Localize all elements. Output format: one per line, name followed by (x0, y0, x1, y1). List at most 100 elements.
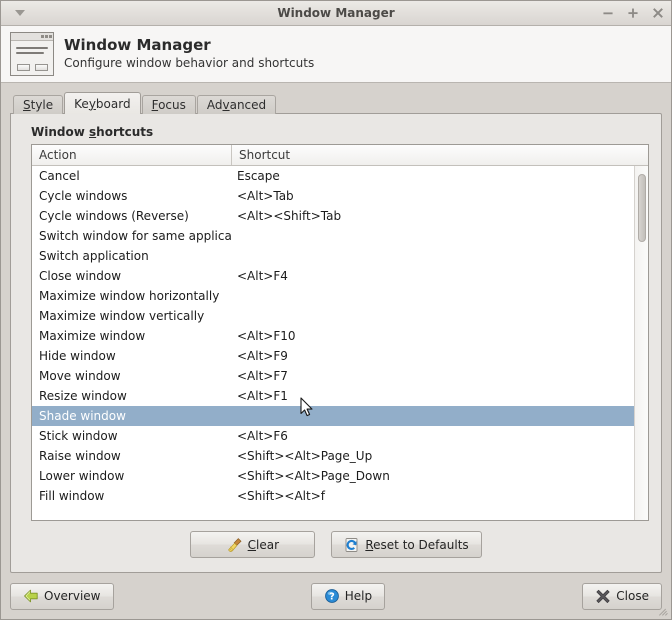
cell-shortcut: <Alt>F7 (237, 369, 288, 383)
cell-action: Cycle windows (39, 189, 128, 203)
treeview-body: Cancel Escape Cycle windows <Alt>Tab Cycle w… (32, 166, 648, 520)
back-arrow-icon (24, 589, 38, 603)
table-row[interactable]: Resize window <Alt>F1 (32, 386, 634, 406)
column-header-shortcut[interactable]: Shortcut (232, 145, 648, 165)
page-header: Window Manager Configure window behavior… (1, 26, 671, 83)
svg-text:?: ? (329, 592, 335, 603)
cell-shortcut: <Alt>F9 (237, 349, 288, 363)
tab-keyboard[interactable]: Keyboard (64, 92, 141, 114)
table-row[interactable]: Stick window <Alt>F6 (32, 426, 634, 446)
table-row[interactable]: Cycle windows <Alt>Tab (32, 186, 634, 206)
cell-action: Hide window (39, 349, 116, 363)
table-row[interactable]: Maximize window vertically (32, 306, 634, 326)
tab-advanced[interactable]: Advanced (196, 95, 277, 114)
table-row[interactable]: Cancel Escape (32, 166, 634, 186)
cell-action: Fill window (39, 489, 105, 503)
clear-button-label: Clear (247, 537, 280, 552)
cell-action: Close window (39, 269, 122, 283)
cell-shortcut: <Alt>F1 (237, 389, 288, 403)
shortcut-action-buttons: Clear Reset to Defaults (23, 521, 649, 562)
table-row[interactable]: Switch application (32, 246, 634, 266)
cell-action: Move window (39, 369, 121, 383)
column-header-action[interactable]: Action (32, 145, 232, 165)
notebook: Style Keyboard Focus Advanced Window sho… (1, 83, 671, 573)
close-dialog-button[interactable]: Close (582, 582, 662, 610)
overview-button-label: Overview (44, 589, 101, 603)
dialog-action-bar: Overview ? Help Close (1, 573, 671, 619)
cell-action: Maximize window vertically (39, 309, 205, 323)
window-manager-icon (10, 32, 54, 76)
cell-action: Lower window (39, 469, 125, 483)
cell-action: Maximize window horizontally (39, 289, 220, 303)
help-icon: ? (324, 589, 339, 603)
cell-action: Switch window for same application (39, 229, 232, 243)
window-shortcuts-label: Window shortcuts (31, 125, 154, 139)
window-menu-button[interactable] (3, 2, 37, 25)
cell-action: Cycle windows (Reverse) (39, 209, 189, 223)
cell-action: Maximize window (39, 329, 146, 343)
tab-strip: Style Keyboard Focus Advanced (10, 92, 662, 114)
table-row[interactable]: Maximize window <Alt>F10 (32, 326, 634, 346)
cell-shortcut: <Shift><Alt>Page_Down (237, 469, 390, 483)
table-row[interactable]: Lower window <Shift><Alt>Page_Down (32, 466, 634, 486)
cell-shortcut: Escape (237, 169, 280, 183)
vertical-scrollbar[interactable] (634, 166, 648, 520)
table-row[interactable]: Shade window (32, 406, 634, 426)
broom-icon (227, 537, 242, 552)
chevron-down-icon (15, 10, 25, 16)
cell-shortcut: <Alt>F4 (237, 269, 288, 283)
table-row[interactable]: Close window <Alt>F4 (32, 266, 634, 286)
table-row[interactable]: Raise window <Shift><Alt>Page_Up (32, 446, 634, 466)
table-row[interactable]: Switch window for same application (32, 226, 634, 246)
page-subtitle: Configure window behavior and shortcuts (64, 56, 315, 71)
help-button-label: Help (344, 589, 373, 603)
table-row[interactable]: Hide window <Alt>F9 (32, 346, 634, 366)
icon-text-lines (11, 41, 53, 54)
maximize-icon (628, 8, 638, 18)
table-row[interactable]: Cycle windows (Reverse) <Alt><Shift>Tab (32, 206, 634, 226)
resize-grip[interactable] (658, 606, 669, 617)
overview-button[interactable]: Overview (10, 582, 114, 610)
cell-action: Raise window (39, 449, 121, 463)
reset-to-defaults-button[interactable]: Reset to Defaults (331, 531, 482, 558)
maximize-button[interactable] (626, 6, 640, 20)
cell-shortcut: <Alt><Shift>Tab (237, 209, 342, 223)
cell-action: Shade window (39, 409, 126, 423)
tab-style[interactable]: Style (13, 95, 64, 114)
minimize-button[interactable] (601, 6, 615, 20)
scrollbar-thumb[interactable] (638, 174, 646, 242)
cell-shortcut: <Alt>F10 (237, 329, 296, 343)
minimize-icon (603, 12, 613, 15)
close-icon (653, 8, 663, 18)
cell-action: Switch application (39, 249, 149, 263)
cell-shortcut: <Shift><Alt>Page_Up (237, 449, 373, 463)
clear-button[interactable]: Clear (190, 531, 316, 558)
help-button[interactable]: ? Help (310, 582, 386, 610)
cell-shortcut: <Alt>Tab (237, 189, 294, 203)
close-dialog-button-label: Close (616, 589, 649, 603)
refresh-document-icon (345, 537, 358, 552)
tab-focus[interactable]: Focus (141, 95, 196, 114)
window-manager-window: Window Manager Window Manager Configure … (0, 0, 672, 620)
cell-shortcut: <Shift><Alt>f (237, 489, 325, 503)
window-title: Window Manager (277, 6, 395, 20)
icon-buttons (11, 64, 53, 71)
cell-action: Resize window (39, 389, 127, 403)
cell-shortcut: <Alt>F6 (237, 429, 288, 443)
title-bar: Window Manager (1, 1, 671, 26)
table-row[interactable]: Fill window <Shift><Alt>f (32, 486, 634, 506)
cell-action: Stick window (39, 429, 118, 443)
treeview-rows: Cancel Escape Cycle windows <Alt>Tab Cycle w… (32, 166, 634, 520)
table-row[interactable]: Maximize window horizontally (32, 286, 634, 306)
tab-page-keyboard: Window shortcuts Action Shortcut Cancel E… (10, 113, 662, 573)
page-title: Window Manager (64, 36, 211, 55)
treeview-header: Action Shortcut (32, 145, 648, 166)
cell-action: Cancel (39, 169, 80, 183)
title-bar-buttons (601, 6, 665, 20)
close-x-icon (596, 589, 610, 603)
close-button[interactable] (651, 6, 665, 20)
icon-titlebar (11, 33, 53, 41)
shortcuts-treeview[interactable]: Action Shortcut Cancel Escape Cycle window… (31, 144, 649, 521)
reset-button-label: Reset to Defaults (365, 537, 469, 552)
table-row[interactable]: Move window <Alt>F7 (32, 366, 634, 386)
